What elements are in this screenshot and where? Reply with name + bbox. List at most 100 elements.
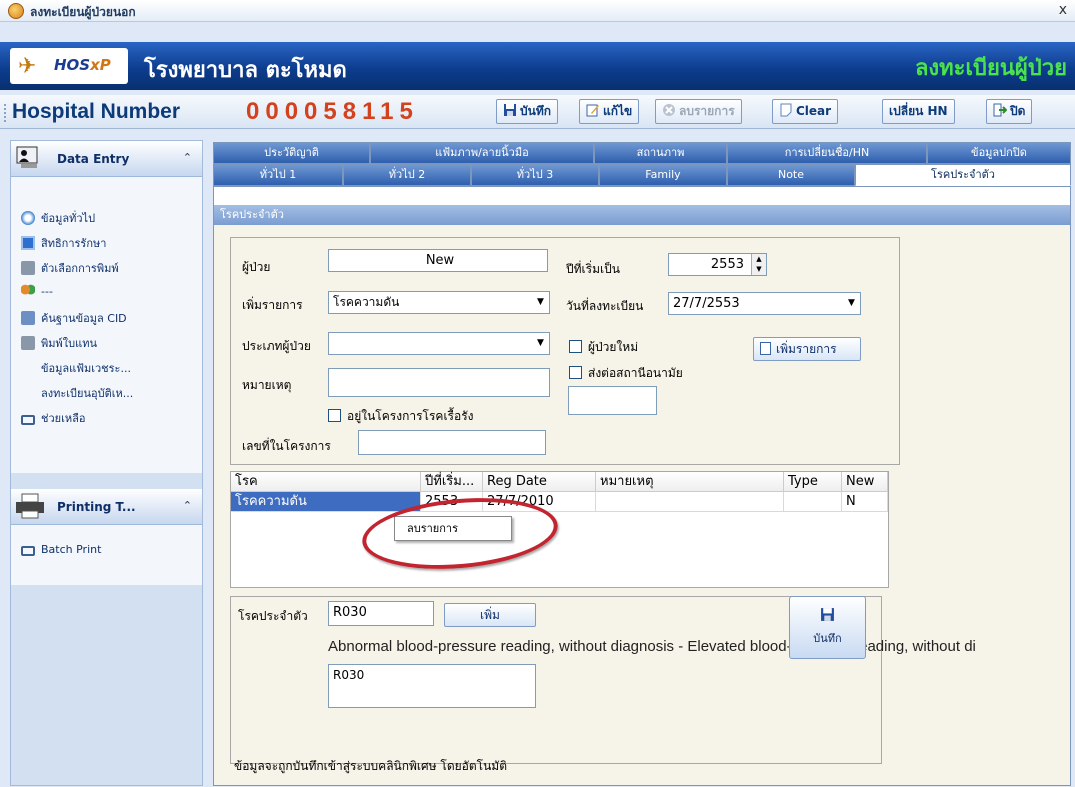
table-cell[interactable]: โรคความดัน xyxy=(231,492,421,512)
close-button[interactable]: ปิด xyxy=(986,99,1033,124)
change-hn-button[interactable]: เปลี่ยน HN xyxy=(882,99,955,124)
remark-label: หมายเหตุ xyxy=(242,378,292,392)
save-disease-button-label: บันทึก xyxy=(813,632,842,645)
nav-item-cid-search[interactable]: ค้นฐานข้อมูล CID xyxy=(21,309,127,327)
nav-item-rights[interactable]: สิทธิการรักษา xyxy=(21,234,106,252)
spin-arrows-icon[interactable]: ▲ ▼ xyxy=(751,254,766,275)
column-header[interactable]: หมายเหตุ xyxy=(596,472,784,492)
icd-description: Abnormal blood-pressure reading, without… xyxy=(328,638,976,655)
tab-general-1[interactable]: ทั่วไป 1 xyxy=(213,164,343,186)
bird-logo-icon: ✈ xyxy=(18,54,37,79)
exit-door-icon xyxy=(993,103,1007,117)
table-cell[interactable] xyxy=(596,492,784,512)
tabs-row-1: ประวัติญาติ แฟ้มภาพ/ลายนิ้วมือ สถานภาพ ก… xyxy=(213,142,1071,164)
hn-toolbar: Hospital Number 000058115 บันทึก แก้ไข ล… xyxy=(0,95,1075,129)
window-titlebar: ลงทะเบียนผู้ป่วยนอก x xyxy=(0,0,1075,22)
tab-status[interactable]: สถานภาพ xyxy=(594,142,727,164)
table-cell[interactable]: N xyxy=(842,492,888,512)
tab-images-fingerprint[interactable]: แฟ้มภาพ/ลายนิ้วมือ xyxy=(370,142,594,164)
refer-field[interactable] xyxy=(568,386,657,415)
module-title: ลงทะเบียนผู้ป่วย xyxy=(914,55,1067,81)
reg-date-value: 27/7/2553 xyxy=(673,296,740,311)
floppy-icon xyxy=(504,104,516,116)
chronic-disease-grid[interactable]: โรค ปีที่เริ่ม... Reg Date หมายเหตุ Type… xyxy=(230,471,889,588)
start-year-value: 2553 xyxy=(710,257,744,272)
icd-code-field[interactable]: R030 xyxy=(328,601,434,626)
add-item-label: เพิ่มรายการ xyxy=(242,298,303,312)
program-number-field[interactable] xyxy=(358,430,546,455)
printer-options-icon xyxy=(21,261,35,275)
tab-general-2[interactable]: ทั่วไป 2 xyxy=(343,164,471,186)
patient-type-select[interactable]: ▼ xyxy=(328,332,550,355)
column-header[interactable]: Type xyxy=(784,472,842,492)
column-header[interactable]: โรค xyxy=(231,472,421,492)
user-computer-icon xyxy=(16,146,38,168)
edit-button[interactable]: แก้ไข xyxy=(579,99,640,124)
logo-text-hos: HOS xyxy=(54,56,91,74)
tab-chronic-disease[interactable]: โรคประจำตัว xyxy=(855,164,1071,186)
chronic-program-label: อยู่ในโครงการโรคเรื้อรัง xyxy=(347,409,474,423)
save-disease-button[interactable]: บันทึก xyxy=(789,596,866,659)
tab-name-change[interactable]: การเปลี่ยนชื่อ/HN xyxy=(727,142,927,164)
icd-list-box[interactable]: R030 xyxy=(328,664,536,708)
start-year-spinner[interactable]: 2553 ▲ ▼ xyxy=(668,253,767,276)
new-patient-checkbox[interactable] xyxy=(569,340,582,353)
nav-item-print-options[interactable]: ตัวเลือกการพิมพ์ xyxy=(21,259,119,277)
refer-checkbox[interactable] xyxy=(569,366,582,379)
nav-item-label: ข้อมูลทั่วไป xyxy=(41,212,96,225)
nav-item-accident-register[interactable]: ลงทะเบียนอุบัติเห... xyxy=(41,384,133,402)
icd-label: โรคประจำตัว xyxy=(238,609,308,623)
nav-item-label: Batch Print xyxy=(41,543,102,556)
printing-panel-header[interactable]: Printing T... ⌃ xyxy=(11,489,202,525)
reg-date-label: วันที่ลงทะเบียน xyxy=(566,299,644,313)
column-header[interactable]: ปีที่เริ่ม... xyxy=(421,472,483,492)
chronic-program-checkbox[interactable] xyxy=(328,409,341,422)
remark-field[interactable] xyxy=(328,368,550,397)
help-icon xyxy=(21,415,35,425)
clear-button[interactable]: Clear xyxy=(772,99,839,124)
column-header[interactable]: Reg Date xyxy=(483,472,596,492)
chevron-down-icon[interactable]: ▼ xyxy=(532,292,549,313)
hospital-number-label: Hospital Number xyxy=(12,100,181,123)
nav-item-label: ค้นฐานข้อมูล CID xyxy=(41,312,127,325)
new-patient-label: ผู้ป่วยใหม่ xyxy=(588,340,639,354)
batch-print-icon xyxy=(21,546,35,556)
collapse-chevron-icon[interactable]: ⌃ xyxy=(183,499,192,512)
reg-date-picker[interactable]: 27/7/2553 ▼ xyxy=(668,292,861,315)
data-entry-panel-header[interactable]: Data Entry ⌃ xyxy=(11,141,202,177)
chevron-down-icon[interactable]: ▼ xyxy=(843,293,860,314)
delete-button[interactable]: ลบรายการ xyxy=(655,99,742,124)
add-icd-button[interactable]: เพิ่ม xyxy=(444,603,536,627)
save-button[interactable]: บันทึก xyxy=(496,99,558,124)
collapse-chevron-icon[interactable]: ⌃ xyxy=(183,151,192,164)
tab-family[interactable]: Family xyxy=(599,164,727,186)
chevron-down-icon[interactable]: ▼ xyxy=(532,333,549,354)
patient-field[interactable]: New xyxy=(328,249,548,272)
nav-item-help[interactable]: ช่วยเหลือ xyxy=(21,409,85,427)
column-header[interactable]: New xyxy=(842,472,888,492)
logo-text-xp: xP xyxy=(90,56,111,74)
nav-item-reprint[interactable]: พิมพ์ใบแทน xyxy=(21,334,97,352)
add-item-button-label: เพิ่มรายการ xyxy=(776,342,837,356)
tab-note[interactable]: Note xyxy=(727,164,855,186)
close-button-label: ปิด xyxy=(1010,104,1026,118)
close-icon[interactable]: x xyxy=(1059,2,1067,18)
nav-item-batch-print[interactable]: Batch Print xyxy=(21,543,101,561)
tab-general-3[interactable]: ทั่วไป 3 xyxy=(471,164,599,186)
tab-relatives[interactable]: ประวัติญาติ xyxy=(213,142,370,164)
refer-label: ส่งต่อสถานีอนามัย xyxy=(588,366,683,380)
edit-icon xyxy=(586,104,599,117)
nav-item-medical-records[interactable]: ข้อมูลแฟ้มเวชระ... xyxy=(41,359,131,377)
tab-hidden-data[interactable]: ข้อมูลปกปิด xyxy=(927,142,1071,164)
toolbar-grip[interactable] xyxy=(4,104,7,122)
clear-icon xyxy=(780,103,792,117)
nav-item-dash[interactable]: --- xyxy=(21,284,53,302)
database-search-icon xyxy=(21,311,35,325)
nav-item-general-info[interactable]: ข้อมูลทั่วไป xyxy=(21,209,95,227)
add-item-button[interactable]: เพิ่มรายการ xyxy=(753,337,861,361)
start-year-label: ปีที่เริ่มเป็น xyxy=(566,262,620,276)
patient-type-label: ประเภทผู้ป่วย xyxy=(242,339,311,353)
disease-select[interactable]: โรคความดัน ▼ xyxy=(328,291,550,314)
print-icon xyxy=(21,336,35,350)
table-cell[interactable] xyxy=(784,492,842,512)
